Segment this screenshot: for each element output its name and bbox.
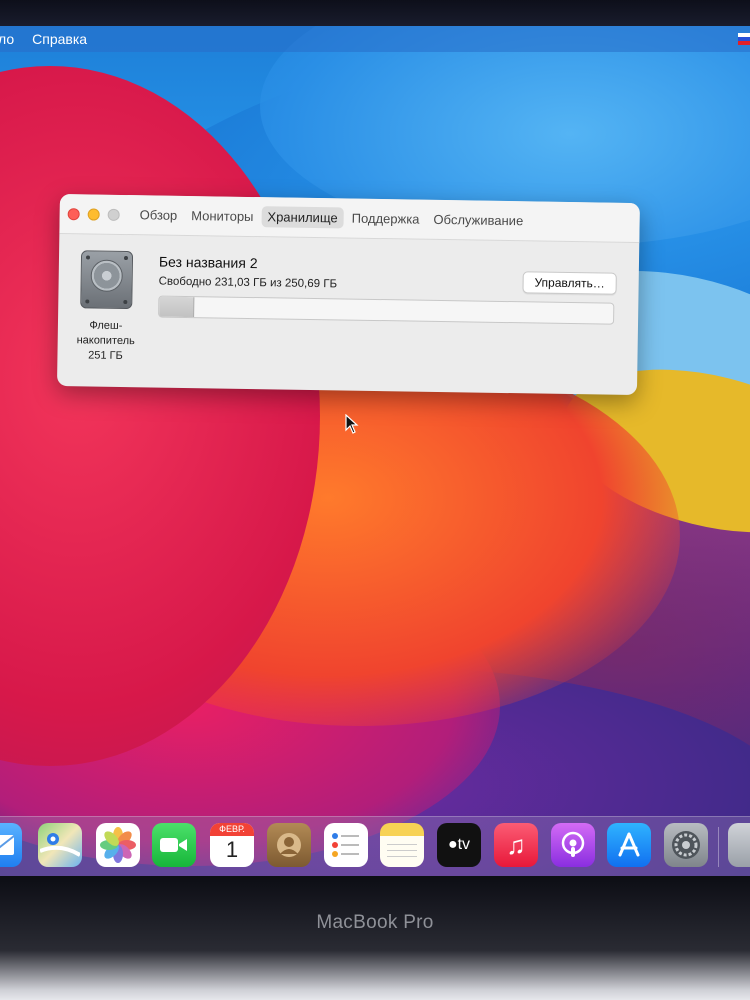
disk-screw [85,255,91,260]
apple-logo-icon: ● [447,836,458,853]
zoom-button[interactable] [107,208,120,221]
disk-screw [123,256,129,261]
facetime-icon[interactable] [152,823,196,867]
podcasts-icon[interactable] [551,823,595,867]
tab-service[interactable]: Обслуживание [427,209,529,232]
tv-icon[interactable]: ● tv [437,823,481,867]
mouse-pointer-icon [345,414,359,434]
notes-icon[interactable] [380,823,424,867]
manage-button[interactable]: Управлять… [522,271,617,295]
reminders-icon[interactable] [324,823,368,867]
menu-item-partial[interactable]: ло [0,31,14,47]
disk-caption-line: Флеш- [89,319,123,332]
tab-displays[interactable]: Мониторы [185,205,260,227]
storage-pane: Флеш- накопитель 251 ГБ Без названия 2 С… [57,234,639,395]
music-icon[interactable]: ♫ [494,823,538,867]
storage-usage-bar [158,295,615,325]
disk-screw [123,300,128,305]
dock: ФЕВР. 1 ● tv ♫ [0,816,750,876]
contacts-icon[interactable] [267,823,311,867]
window-controls [67,207,120,221]
tv-label: tv [457,836,471,853]
disk-caption: Флеш- накопитель 251 ГБ [63,318,148,364]
close-button[interactable] [67,207,80,220]
hard-disk-icon [80,250,134,310]
calendar-month: ФЕВР. [210,823,254,836]
tab-storage[interactable]: Хранилище [261,206,344,229]
disk-caption-line: накопитель [76,334,135,348]
dock-separator [718,827,719,867]
app-store-icon[interactable] [607,823,651,867]
storage-used-segment [159,296,195,318]
menu-bar: ло Справка [0,26,750,52]
disk-screw [85,299,90,304]
volume-name: Без названия 2 [158,253,258,272]
maps-icon[interactable] [38,823,82,867]
about-this-mac-window: Обзор Мониторы Хранилище Поддержка Обслу… [56,194,640,396]
menu-item-help[interactable]: Справка [32,31,87,47]
input-source-flag-icon[interactable] [738,33,750,45]
system-preferences-icon[interactable] [664,823,708,867]
downloads-icon[interactable] [728,823,750,867]
photos-icon[interactable] [96,823,140,867]
device-model-label: MacBook Pro [316,912,434,933]
screen-bezel-top [0,0,750,28]
mail-icon[interactable] [0,823,22,867]
tab-support[interactable]: Поддержка [346,207,426,229]
volume-free-space: Свободно 231,03 ГБ из 250,69 ГБ [158,275,338,291]
calendar-icon[interactable]: ФЕВР. 1 [210,823,254,867]
calendar-day: 1 [225,837,239,862]
minimize-button[interactable] [87,207,100,221]
desktop: ло Справка Обзор Мониторы Хранилище Подд… [0,26,750,876]
laptop-bezel-bottom: MacBook Pro [0,876,750,1000]
disk-caption-line: 251 ГБ [88,349,123,363]
disk-platter [90,259,123,292]
tab-overview[interactable]: Обзор [134,204,184,226]
tab-bar: Обзор Мониторы Хранилище Поддержка Обслу… [134,204,532,231]
